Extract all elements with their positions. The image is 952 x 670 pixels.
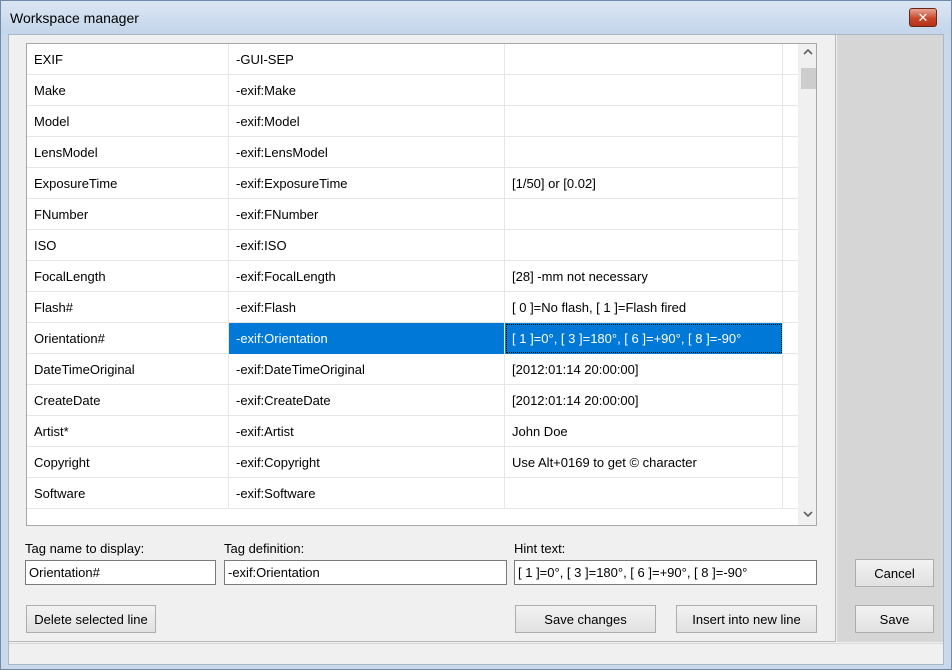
table-row[interactable]: Copyright -exif:Copyright Use Alt+0169 to … (27, 447, 798, 478)
tag-name-cell[interactable]: LensModel (27, 137, 229, 168)
hint-text-input[interactable] (514, 560, 817, 585)
client-area: EXIF -GUI-SEP Make -exif:Make Model -exif:Mod… (8, 34, 944, 665)
tag-name-input[interactable] (25, 560, 216, 585)
table-row[interactable]: DateTimeOriginal -exif:DateTimeOriginal [2… (27, 354, 798, 385)
tag-definition-cell[interactable]: -exif:Software (229, 478, 505, 509)
tag-name-cell[interactable]: Model (27, 106, 229, 137)
tag-definition-cell[interactable]: -exif:Flash (229, 292, 505, 323)
vertical-scrollbar[interactable] (798, 44, 816, 525)
table-row[interactable]: Artist* -exif:Artist John Doe (27, 416, 798, 447)
hint-text-cell[interactable]: [28] -mm not necessary (505, 261, 783, 292)
tag-table-body: EXIF -GUI-SEP Make -exif:Make Model -exif:Mod… (27, 44, 798, 525)
table-row[interactable]: Orientation# -exif:Orientation[ 1 ]=0°, [… (27, 323, 798, 354)
status-bar (9, 643, 943, 664)
table-row[interactable]: Make -exif:Make (27, 75, 798, 106)
tag-name-cell[interactable]: Software (27, 478, 229, 509)
tag-definition-cell[interactable]: -exif:FNumber (229, 199, 505, 230)
table-row[interactable]: CreateDate -exif:CreateDate [2012:01:14 20… (27, 385, 798, 416)
table-row[interactable]: FocalLength -exif:FocalLength [28] -mm not… (27, 261, 798, 292)
save-button[interactable]: Save (855, 605, 934, 633)
hint-text-cell[interactable]: [ 1 ]=0°, [ 3 ]=180°, [ 6 ]=+90°, [ 8 ]=… (505, 323, 783, 354)
table-row[interactable]: ExposureTime -exif:ExposureTime [1/50] or … (27, 168, 798, 199)
tag-name-cell[interactable]: FNumber (27, 199, 229, 230)
save-changes-button[interactable]: Save changes (515, 605, 656, 633)
tag-definition-cell[interactable]: -exif:LensModel (229, 137, 505, 168)
tag-definition-cell[interactable]: -exif:ExposureTime (229, 168, 505, 199)
tag-name-cell[interactable]: DateTimeOriginal (27, 354, 229, 385)
close-button[interactable]: ✕ (909, 8, 937, 27)
tag-name-cell[interactable]: Make (27, 75, 229, 106)
tag-name-cell[interactable]: ExposureTime (27, 168, 229, 199)
table-row[interactable]: Model -exif:Model (27, 106, 798, 137)
hint-text-cell[interactable] (505, 44, 783, 75)
close-icon: ✕ (917, 10, 929, 25)
tag-definition-cell[interactable]: -exif:Artist (229, 416, 505, 447)
tag-definition-cell[interactable]: -exif:Make (229, 75, 505, 106)
tag-name-cell[interactable]: Orientation# (27, 323, 229, 354)
tag-name-cell[interactable]: EXIF (27, 44, 229, 75)
chevron-down-icon[interactable] (799, 507, 816, 525)
hint-text-label: Hint text: (514, 541, 566, 556)
tag-definition-cell[interactable]: -exif:Model (229, 106, 505, 137)
hint-text-cell[interactable]: Use Alt+0169 to get © character (505, 447, 783, 478)
table-row[interactable]: ISO -exif:ISO (27, 230, 798, 261)
table-row[interactable]: LensModel -exif:LensModel (27, 137, 798, 168)
table-row[interactable]: Software -exif:Software (27, 478, 798, 509)
insert-new-line-button[interactable]: Insert into new line (676, 605, 817, 633)
hint-text-cell[interactable] (505, 106, 783, 137)
tag-name-cell[interactable]: Flash# (27, 292, 229, 323)
table-row[interactable]: EXIF -GUI-SEP (27, 44, 798, 75)
hint-text-cell[interactable] (505, 75, 783, 106)
table-row[interactable]: Flash# -exif:Flash[ 0 ]=No flash, [ 1 ]=F… (27, 292, 798, 323)
tag-definition-cell[interactable]: -exif:CreateDate (229, 385, 505, 416)
chevron-up-icon[interactable] (799, 44, 816, 62)
main-panel: EXIF -GUI-SEP Make -exif:Make Model -exif:Mod… (9, 35, 836, 642)
hint-text-cell[interactable] (505, 478, 783, 509)
hint-text-cell[interactable] (505, 230, 783, 261)
hint-text-cell[interactable]: John Doe (505, 416, 783, 447)
tag-name-cell[interactable]: CreateDate (27, 385, 229, 416)
tag-definition-cell[interactable]: -exif:Orientation (229, 323, 505, 354)
tag-definition-cell[interactable]: -exif:Copyright (229, 447, 505, 478)
title-bar[interactable]: Workspace manager ✕ (1, 1, 951, 34)
cancel-button[interactable]: Cancel (855, 559, 934, 587)
tag-definition-label: Tag definition: (224, 541, 305, 556)
workspace-manager-window: Workspace manager ✕ EXIF -GUI-SEP Make -exi… (0, 0, 952, 670)
tag-name-cell[interactable]: Artist* (27, 416, 229, 447)
tag-table: EXIF -GUI-SEP Make -exif:Make Model -exif:Mod… (26, 43, 817, 526)
hint-text-cell[interactable]: [ 0 ]=No flash, [ 1 ]=Flash fired (505, 292, 783, 323)
tag-definition-cell[interactable]: -exif:DateTimeOriginal (229, 354, 505, 385)
tag-definition-cell[interactable]: -GUI-SEP (229, 44, 505, 75)
window-title: Workspace manager (10, 10, 139, 26)
hint-text-cell[interactable]: [1/50] or [0.02] (505, 168, 783, 199)
scrollbar-thumb[interactable] (801, 68, 816, 89)
delete-selected-line-button[interactable]: Delete selected line (26, 605, 156, 633)
tag-name-cell[interactable]: ISO (27, 230, 229, 261)
hint-text-cell[interactable] (505, 137, 783, 168)
tag-name-cell[interactable]: Copyright (27, 447, 229, 478)
hint-text-cell[interactable] (505, 199, 783, 230)
table-row[interactable]: FNumber -exif:FNumber (27, 199, 798, 230)
tag-definition-cell[interactable]: -exif:ISO (229, 230, 505, 261)
hint-text-cell[interactable]: [2012:01:14 20:00:00] (505, 354, 783, 385)
tag-definition-input[interactable] (224, 560, 507, 585)
tag-name-cell[interactable]: FocalLength (27, 261, 229, 292)
hint-text-cell[interactable]: [2012:01:14 20:00:00] (505, 385, 783, 416)
tag-name-label: Tag name to display: (25, 541, 145, 556)
tag-definition-cell[interactable]: -exif:FocalLength (229, 261, 505, 292)
side-panel: Cancel Save (837, 35, 943, 642)
